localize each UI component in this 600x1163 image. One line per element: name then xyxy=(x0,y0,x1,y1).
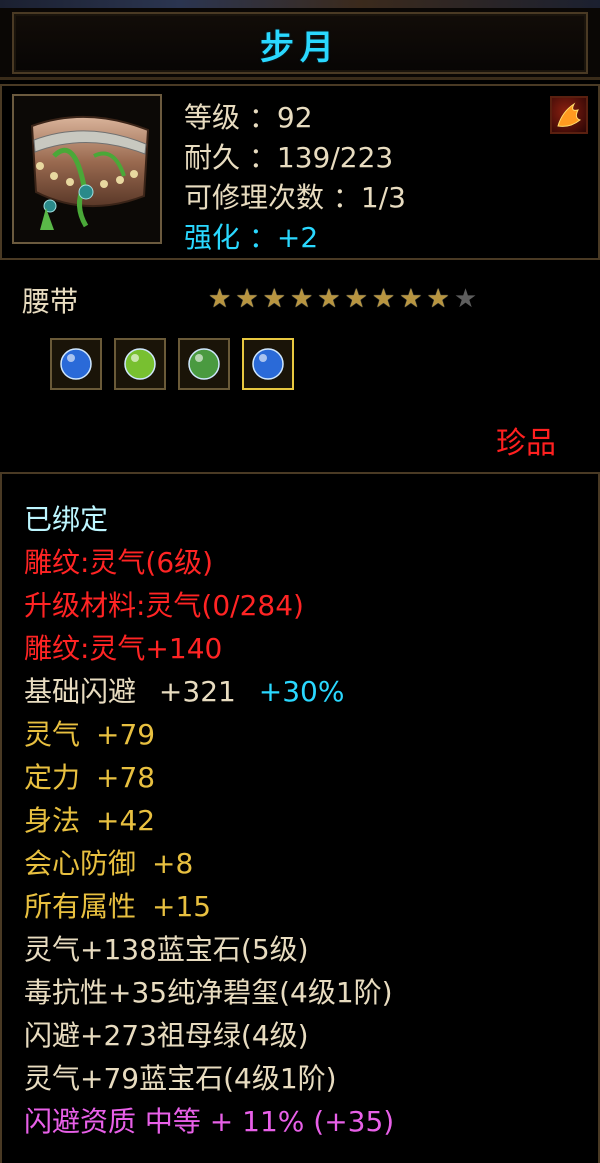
attribute-value: +8 xyxy=(152,847,194,880)
star-rating: ★ ★ ★ ★ ★ ★ ★ ★ ★ ★ xyxy=(208,286,477,312)
jade-ring-gem-icon xyxy=(188,348,220,380)
star-icon: ★ xyxy=(317,284,341,314)
attribute-line: 灵气 +79 xyxy=(24,713,394,756)
aptitude-line: 闪避资质 中等 + 11% (+35) xyxy=(24,1105,395,1138)
attribute-label: 定力 xyxy=(24,761,81,794)
gem-slots xyxy=(50,338,294,390)
window-top-strip xyxy=(0,0,600,8)
item-title: 步月 xyxy=(260,28,340,68)
star-icon: ★ xyxy=(399,284,423,314)
type-section: 腰带 ★ ★ ★ ★ ★ ★ ★ ★ ★ ★ 珍品 xyxy=(0,262,600,468)
star-icon: ★ xyxy=(262,284,286,314)
attribute-line: 定力 +78 xyxy=(24,756,394,799)
gem-bonus-line: 灵气+138蓝宝石(5级) xyxy=(24,933,309,966)
enhance-stat: 强化 ：+2 xyxy=(184,221,319,254)
item-details: 已绑定 雕纹:灵气(6级) 升级材料:灵气(0/284) 雕纹:灵气+140 基… xyxy=(0,472,600,1163)
base-dodge-value: +321 xyxy=(158,675,236,708)
gem-slot[interactable] xyxy=(242,338,294,390)
gem-slot[interactable] xyxy=(178,338,230,390)
blue-sapphire-gem-icon xyxy=(60,348,92,380)
item-stats: 等级 ：92 耐久 ：139/223 可修理次数 ：1/3 强化 ：+2 xyxy=(184,98,406,258)
durability-stat: 耐久 ：139/223 xyxy=(184,141,394,174)
gem-bonus-line: 毒抗性+35纯净碧玺(4级1阶) xyxy=(24,976,393,1009)
item-icon-frame[interactable] xyxy=(12,94,162,244)
repair-count-stat: 可修理次数 ：1/3 xyxy=(184,181,406,214)
attribute-value: +79 xyxy=(96,718,156,751)
star-icon: ★ xyxy=(371,284,396,314)
star-icon: ★ xyxy=(235,284,259,314)
attribute-line: 会心防御 +8 xyxy=(24,842,394,885)
base-dodge-percent: +30% xyxy=(258,675,345,708)
attribute-value: +42 xyxy=(96,804,156,837)
gem-bonus-line: 灵气+79蓝宝石(4级1阶) xyxy=(24,1062,337,1095)
item-header: 等级 ：92 耐久 ：139/223 可修理次数 ：1/3 强化 ：+2 xyxy=(0,84,600,260)
engrave-bonus-line: 雕纹:灵气+140 xyxy=(24,632,223,665)
star-icon: ★ xyxy=(453,284,478,314)
item-type: 腰带 xyxy=(22,285,79,318)
attribute-label: 所有属性 xyxy=(24,890,137,923)
engrave-line: 雕纹:灵气(6级) xyxy=(24,546,214,579)
attribute-label: 会心防御 xyxy=(24,847,137,880)
level-stat: 等级 ：92 xyxy=(184,101,313,134)
gem-bonus-line: 闪避+273祖母绿(4级) xyxy=(24,1019,309,1052)
flame-icon[interactable] xyxy=(550,96,588,134)
flame-glyph-icon xyxy=(557,102,582,127)
gem-slot[interactable] xyxy=(50,338,102,390)
star-icon: ★ xyxy=(208,284,232,314)
attribute-line: 所有属性 +15 xyxy=(24,885,394,928)
attribute-label: 身法 xyxy=(24,804,81,837)
title-bar: 步月 xyxy=(0,0,600,80)
bound-status: 已绑定 xyxy=(24,503,109,536)
base-dodge-label: 基础闪避 xyxy=(24,675,137,708)
attribute-value: +15 xyxy=(152,890,212,923)
gem-slot[interactable] xyxy=(114,338,166,390)
star-icon: ★ xyxy=(426,284,450,314)
star-icon: ★ xyxy=(344,284,368,314)
attribute-value: +78 xyxy=(96,761,156,794)
attribute-line: 身法 +42 xyxy=(24,799,394,842)
base-dodge-line: 基础闪避 +321 +30% xyxy=(24,670,394,713)
attribute-label: 灵气 xyxy=(24,718,81,751)
green-crystal-gem-icon xyxy=(124,348,156,380)
belt-icon xyxy=(14,96,160,242)
rarity-label: 珍品 xyxy=(496,426,556,461)
upgrade-material-line: 升级材料:灵气(0/284) xyxy=(24,589,304,622)
blue-sapphire-gem-icon xyxy=(252,348,284,380)
star-icon: ★ xyxy=(289,284,314,314)
